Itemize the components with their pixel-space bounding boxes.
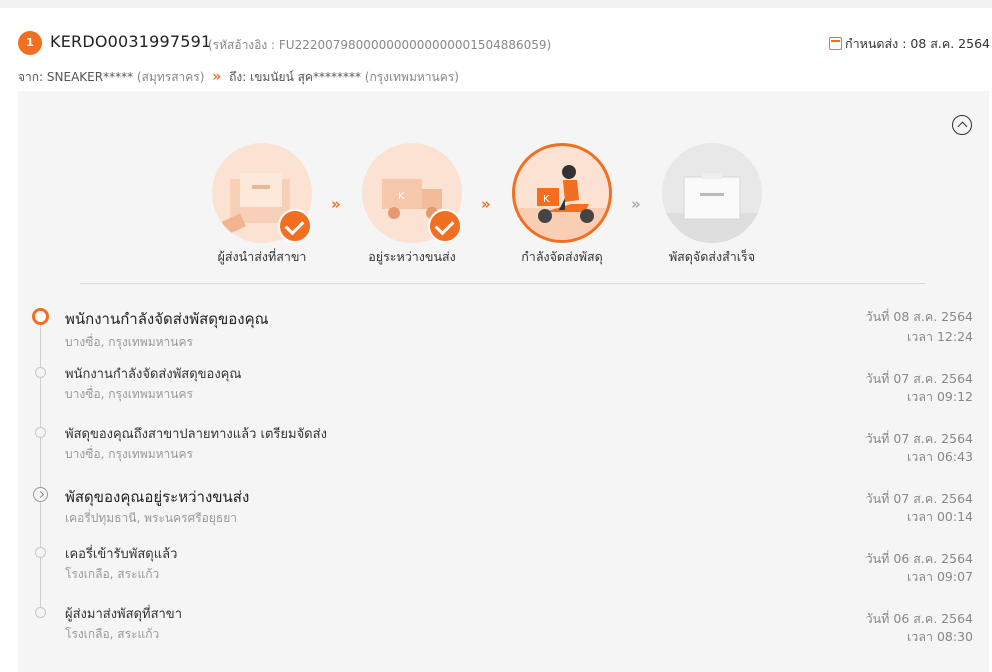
step-arrow-icon: » [331,195,341,213]
event-date: วันที่ 08 ส.ค. 2564 [865,309,973,324]
event-date: วันที่ 06 ส.ค. 2564 [865,611,973,626]
from-location: (สมุทรสาคร) [136,70,205,84]
status-dot-icon [35,547,46,558]
delivered-box-icon [662,173,762,243]
top-strip [0,0,992,8]
event-title: เคอรี่เข้ารับพัสดุแล้ว [65,547,178,562]
from-prefix: จาก: [18,70,44,84]
check-icon [278,209,312,243]
to-name: เขมนัยน์ สุค******** [250,70,361,84]
step-circle [662,143,762,243]
step-sender-drop-off: ผู้ส่งนำส่งที่สาขา [192,143,332,267]
event-time: เวลา 12:24 [907,329,973,344]
route-line: จาก: SNEAKER***** (สมุทรสาคร) » ถึง: เขม… [18,68,459,87]
from-name: SNEAKER***** [46,70,134,84]
calendar-icon [829,37,843,50]
event-title: พนักงานกำลังจัดส่งพัสดุของคุณ [65,367,242,382]
event-location: โรงเกลือ, สระแก้ว [65,627,160,641]
shipment-header: 1 KERDO0031997591 (รหัสอ้างอิง : FU22200… [18,30,992,56]
event-time: เวลา 08:30 [907,629,973,644]
to-prefix: ถึง: [229,70,247,84]
event-date: วันที่ 07 ส.ค. 2564 [865,491,973,506]
step-circle: K [512,143,612,243]
step-label: อยู่ระหว่างขนส่ง [368,249,456,264]
step-arrow-icon: » [631,195,641,213]
event-location: บางซื่อ, กรุงเทพมหานคร [65,387,193,401]
event-time: เวลา 06:43 [907,449,973,464]
event-title: พัสดุของคุณอยู่ระหว่างขนส่ง [65,488,250,506]
event-location: เคอรี่ปทุมธานี, พระนครศรีอยุธยา [65,511,237,525]
event-title: พัสดุของคุณถึงสาขาปลายทางแล้ว เตรียมจัดส… [65,427,327,442]
status-dot-icon [35,607,46,618]
event-date: วันที่ 07 ส.ค. 2564 [865,431,973,446]
due-date: กำหนดส่ง : 08 ส.ค. 2564 [829,34,990,54]
route-arrow-icon: » [212,69,222,85]
current-status-dot-icon [32,308,49,325]
step-in-transit: K อยู่ระหว่างขนส่ง [342,143,482,267]
shipment-index-badge: 1 [18,31,42,55]
event-time: เวลา 09:07 [907,569,973,584]
event-time: เวลา 09:12 [907,389,973,404]
svg-text:K: K [398,191,405,202]
step-label: กำลังจัดส่งพัสดุ [521,249,603,264]
step-arrow-icon: » [481,195,491,213]
status-dot-icon [35,427,46,438]
svg-text:K: K [543,194,550,205]
delivery-scooter-icon: K [515,165,609,240]
event-title: พนักงานกำลังจัดส่งพัสดุของคุณ [65,310,269,328]
event-location: บางซื่อ, กรุงเทพมหานคร [65,447,193,461]
due-date-text: กำหนดส่ง : 08 ส.ค. 2564 [845,36,990,51]
to-location: (กรุงเทพมหานคร) [364,70,459,84]
reference-code: (รหัสอ้างอิง : FU22200798000000000000000… [208,38,552,52]
collapse-chevron-up-icon[interactable] [952,115,972,135]
check-icon [428,209,462,243]
event-date: วันที่ 06 ส.ค. 2564 [865,551,973,566]
event-time: เวลา 00:14 [907,509,973,524]
step-delivering: K กำลังจัดส่งพัสดุ [492,143,632,267]
event-location: บางซื่อ, กรุงเทพมหานคร [65,335,193,349]
event-location: โรงเกลือ, สระแก้ว [65,567,160,581]
transit-chevron-icon [33,487,48,502]
event-date: วันที่ 07 ส.ค. 2564 [865,371,973,386]
tracking-detail-panel: ผู้ส่งนำส่งที่สาขา » K อยู่ระหว่างขนส่ง … [18,91,989,672]
tracking-number: KERDO0031997591 [50,32,212,51]
event-title: ผู้ส่งมาส่งพัสดุที่สาขา [65,607,182,622]
section-divider [80,283,926,284]
status-dot-icon [35,367,46,378]
step-label: ผู้ส่งนำส่งที่สาขา [217,249,307,264]
step-label: พัสดุจัดส่งสำเร็จ [668,249,756,264]
step-delivered: พัสดุจัดส่งสำเร็จ [642,143,782,267]
